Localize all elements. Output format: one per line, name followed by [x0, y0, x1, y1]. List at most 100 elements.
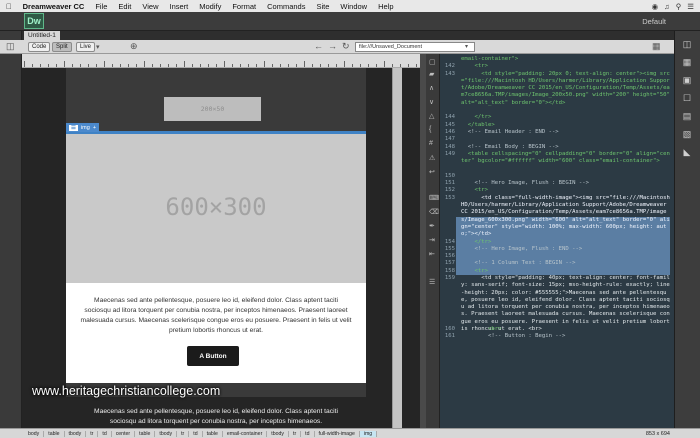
- tag-crumb[interactable]: td: [189, 430, 203, 437]
- menu-commands[interactable]: Commands: [267, 2, 305, 11]
- tag-crumb[interactable]: tbody: [65, 430, 87, 437]
- line-numbers-icon[interactable]: #: [429, 140, 433, 147]
- live-view-scrollbar[interactable]: [392, 68, 402, 428]
- outdent-icon[interactable]: ⇤: [429, 250, 435, 258]
- dom-panel-icon[interactable]: ▧: [681, 129, 693, 139]
- ruler-tick: [304, 61, 305, 67]
- menu-modify[interactable]: Modify: [199, 2, 221, 11]
- tag-crumb[interactable]: table: [135, 430, 156, 437]
- back-arrow-icon[interactable]: ←: [314, 41, 323, 51]
- selection-outline: [66, 131, 366, 134]
- tag-crumb[interactable]: table: [44, 430, 65, 437]
- uncomment-icon[interactable]: ⌫: [429, 208, 439, 216]
- balance-braces-icon[interactable]: {: [429, 126, 431, 133]
- list-icon[interactable]: ☰: [687, 2, 694, 11]
- assets-panel-icon[interactable]: ☐: [681, 93, 693, 103]
- code-line[interactable]: </tr>: [461, 114, 671, 121]
- ruler-tick: [328, 64, 329, 67]
- code-line[interactable]: <td style="padding: 40px; text-align: ce…: [461, 275, 671, 333]
- tag-crumb[interactable]: tbody: [155, 430, 178, 437]
- indent-icon[interactable]: ⇥: [429, 236, 435, 244]
- expand-all-icon[interactable]: ∨: [429, 98, 434, 106]
- menu-file[interactable]: File: [95, 2, 107, 11]
- code-line[interactable]: <!-- Hero Image, Flush : END -->: [461, 246, 671, 253]
- code-line[interactable]: <!-- Button : Begin -->: [461, 333, 671, 340]
- live-view-button[interactable]: Live: [76, 42, 96, 52]
- menu-app-name[interactable]: Dreamweaver CC: [23, 2, 85, 11]
- split-view-button[interactable]: Split: [52, 42, 72, 52]
- element-tag-badge[interactable]: ☰ img +: [66, 123, 100, 132]
- tag-crumb-selected[interactable]: img: [359, 430, 378, 437]
- code-line[interactable]: <td style="padding: 20px 0; text-align: …: [461, 71, 671, 107]
- snippet-icon[interactable]: ✒: [429, 222, 435, 230]
- email-button[interactable]: A Button: [187, 346, 239, 366]
- snippets-panel-icon[interactable]: ▤: [681, 111, 693, 121]
- comment-icon[interactable]: ⌨: [429, 194, 439, 202]
- menu-insert[interactable]: Insert: [169, 2, 188, 11]
- tag-crumb[interactable]: tr: [177, 430, 190, 437]
- tag-crumb[interactable]: center: [112, 430, 136, 437]
- code-line[interactable]: <tr>: [461, 63, 671, 70]
- menu-view[interactable]: View: [142, 2, 158, 11]
- menu-icon[interactable]: ☰: [69, 124, 78, 131]
- apple-icon[interactable]: : [6, 2, 12, 11]
- code-line[interactable]: <br>: [461, 326, 671, 333]
- tag-crumb[interactable]: tr: [86, 430, 99, 437]
- add-icon[interactable]: +: [93, 125, 96, 131]
- line-number: 143: [444, 70, 455, 77]
- collapse-tag-icon[interactable]: ∧: [429, 84, 434, 92]
- tag-crumb[interactable]: table: [203, 430, 223, 437]
- insert-panel-icon[interactable]: ▦: [681, 57, 693, 67]
- document-tab[interactable]: Untitled-1: [24, 31, 60, 40]
- menu-format[interactable]: Format: [232, 2, 256, 11]
- tag-crumb[interactable]: tbody: [267, 430, 289, 437]
- menu-site[interactable]: Site: [316, 2, 329, 11]
- properties-panel-icon[interactable]: ◣: [681, 147, 693, 157]
- search-icon[interactable]: ⚲: [676, 2, 682, 11]
- window-size-readout[interactable]: 853 x 694: [646, 431, 670, 437]
- hero-placeholder-image[interactable]: 600×300: [66, 131, 366, 283]
- code-line[interactable]: <!-- Email Body : BEGIN -->: [461, 144, 671, 151]
- file-icon[interactable]: ◫: [6, 41, 15, 52]
- tag-crumb[interactable]: td: [301, 430, 315, 437]
- address-input[interactable]: file:///Unsaved_Document: [355, 42, 475, 52]
- code-line[interactable]: <!-- Email Header : END -->: [461, 129, 671, 136]
- select-parent-tag-icon[interactable]: △: [429, 112, 434, 120]
- menu-help[interactable]: Help: [378, 2, 393, 11]
- file-management-icon[interactable]: ▰: [429, 70, 434, 78]
- volume-icon[interactable]: ♫: [664, 2, 670, 11]
- wrap-icon[interactable]: ↩: [429, 168, 435, 176]
- forward-arrow-icon[interactable]: →: [328, 41, 337, 51]
- code-line[interactable]: <tr>: [461, 268, 671, 275]
- address-dropdown-icon[interactable]: ▾: [465, 43, 468, 50]
- wifi-icon[interactable]: ◉: [652, 2, 659, 11]
- chevron-down-icon[interactable]: ▾: [96, 43, 100, 51]
- tag-crumb-class[interactable]: full-width-image: [315, 430, 360, 437]
- panel-icon[interactable]: ▦: [652, 41, 661, 52]
- files-panel-icon[interactable]: ◫: [681, 39, 693, 49]
- highlight-invalid-icon[interactable]: ⚠: [429, 154, 435, 162]
- logo-placeholder-image[interactable]: 200×50: [164, 97, 261, 121]
- workspace-switcher[interactable]: Default: [642, 17, 666, 26]
- format-source-icon[interactable]: ☰: [429, 278, 435, 286]
- css-designer-icon[interactable]: ▣: [681, 75, 693, 85]
- code-line[interactable]: <td class="full-width-image"><img src="f…: [461, 195, 671, 239]
- menu-edit[interactable]: Edit: [118, 2, 131, 11]
- inspect-target-icon[interactable]: ⊕: [130, 41, 138, 52]
- code-line[interactable]: </table>: [461, 122, 671, 129]
- tag-crumb[interactable]: body: [24, 430, 45, 437]
- open-documents-icon[interactable]: ▢: [429, 58, 436, 66]
- code-line[interactable]: <tr>: [461, 187, 671, 194]
- code-line[interactable]: <!-- Hero Image, Flush : BEGIN -->: [461, 180, 671, 187]
- code-view-button[interactable]: Code: [28, 42, 51, 52]
- tag-crumb-class[interactable]: email-container: [223, 430, 268, 437]
- code-line[interactable]: <!-- 1 Column Text : BEGIN -->: [461, 260, 671, 267]
- code-line[interactable]: email-container">: [461, 56, 671, 63]
- tag-crumb[interactable]: td: [98, 430, 112, 437]
- code-line[interactable]: </tr>: [461, 239, 671, 246]
- refresh-icon[interactable]: ↻: [342, 41, 350, 52]
- menu-window[interactable]: Window: [340, 2, 367, 11]
- tag-crumb[interactable]: tr: [289, 430, 302, 437]
- code-line[interactable]: <table cellspacing="0" cellpadding="0" b…: [461, 151, 671, 166]
- ruler-tick: [176, 64, 177, 67]
